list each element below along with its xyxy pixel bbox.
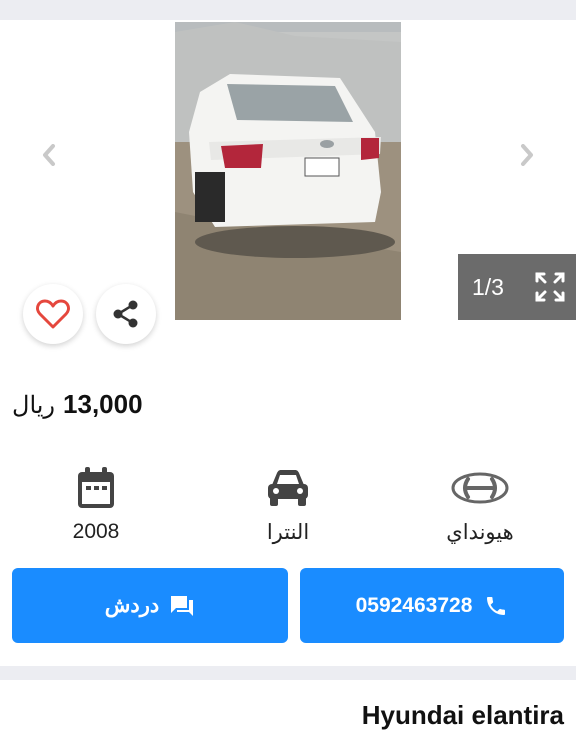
chevron-right-icon (521, 144, 533, 166)
top-strip (0, 0, 576, 20)
heart-icon (36, 299, 70, 329)
phone-number: 0592463728 (355, 593, 473, 617)
listing-title: Hyundai elantira (361, 700, 564, 730)
image-counter-bar: 1/3 (458, 254, 576, 320)
phone-icon (487, 596, 506, 615)
chat-button-label: دردش (104, 594, 160, 617)
spec-year: 2008 (16, 462, 176, 544)
section-divider (0, 666, 576, 680)
favorite-button[interactable] (23, 284, 83, 344)
image-counter: 1/3 (472, 273, 504, 300)
chat-icon (171, 595, 194, 616)
share-button[interactable] (96, 284, 156, 344)
spec-model: النترا (208, 462, 368, 545)
fullscreen-icon[interactable] (534, 271, 566, 303)
image-gallery: 1/3 (0, 20, 576, 350)
share-icon (113, 300, 138, 328)
next-image-button[interactable] (512, 140, 542, 170)
spec-brand: هيونداي (400, 462, 560, 545)
calendar-icon (78, 467, 114, 508)
price-currency: ريال (12, 392, 56, 419)
spec-brand-label: هيونداي (446, 521, 514, 544)
hyundai-logo-icon (451, 472, 509, 504)
price-value: 13,000 (63, 389, 143, 419)
car-photo[interactable] (175, 22, 401, 320)
spec-model-label: النترا (266, 521, 310, 544)
previous-image-button[interactable] (34, 140, 64, 170)
call-button[interactable]: 0592463728 (300, 568, 564, 643)
car-icon (268, 470, 308, 506)
chat-button[interactable]: دردش (12, 568, 288, 643)
price: 13,000 ريال (12, 389, 143, 420)
spec-year-label: 2008 (72, 520, 120, 543)
chevron-left-icon (43, 144, 55, 166)
